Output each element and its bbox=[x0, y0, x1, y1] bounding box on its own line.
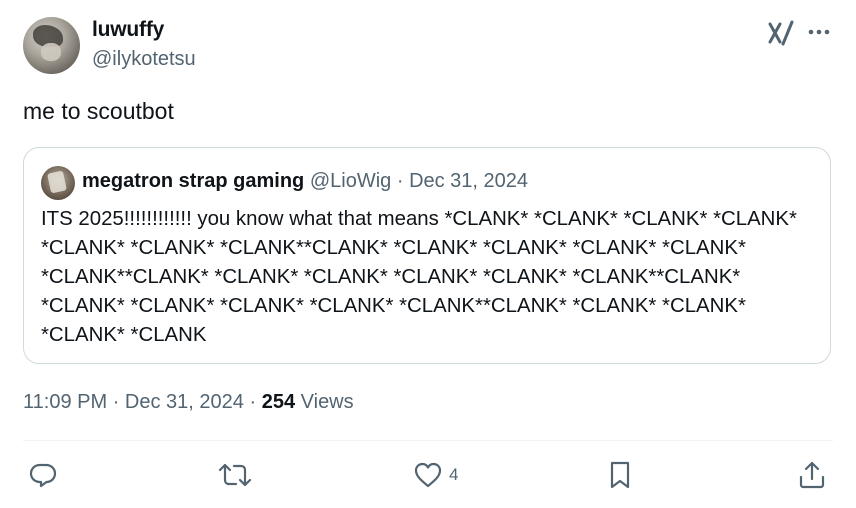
quoted-handle: @LioWig bbox=[309, 170, 392, 192]
author-handle[interactable]: @ilykotetsu bbox=[92, 48, 196, 71]
views-label: Views bbox=[300, 391, 354, 413]
share-icon bbox=[799, 461, 825, 489]
heart-icon bbox=[414, 462, 442, 488]
bookmark-button[interactable] bbox=[605, 458, 635, 492]
post-date[interactable]: Dec 31, 2024 bbox=[125, 391, 244, 413]
grok-icon[interactable] bbox=[766, 20, 796, 46]
quoted-separator: · bbox=[396, 170, 404, 192]
divider bbox=[23, 440, 833, 441]
share-button[interactable] bbox=[797, 458, 827, 492]
meta-separator: · bbox=[112, 391, 120, 413]
quoted-tweet-card[interactable]: megatron strap gaming @LioWig · Dec 31, … bbox=[23, 147, 831, 364]
post-time[interactable]: 11:09 PM bbox=[23, 391, 107, 413]
reply-icon bbox=[29, 463, 57, 488]
retweet-icon bbox=[218, 463, 252, 487]
quoted-header: megatron strap gaming @LioWig · Dec 31, … bbox=[82, 170, 528, 193]
views-count: 254 bbox=[261, 391, 296, 413]
bookmark-icon bbox=[610, 461, 630, 489]
retweet-button[interactable] bbox=[218, 458, 252, 492]
author-avatar[interactable] bbox=[23, 17, 80, 74]
quoted-author-avatar bbox=[41, 166, 75, 200]
like-count: 4 bbox=[449, 465, 459, 484]
reply-button[interactable] bbox=[28, 458, 58, 492]
meta-separator: · bbox=[249, 391, 257, 413]
more-options-icon[interactable] bbox=[806, 20, 832, 44]
timestamp-line: 11:09 PM · Dec 31, 2024 · 254 Views bbox=[23, 391, 354, 414]
tweet-text: me to scoutbot bbox=[23, 98, 174, 124]
author-display-name[interactable]: luwuffy bbox=[92, 18, 164, 42]
like-button[interactable]: 4 bbox=[413, 458, 458, 492]
quoted-text: ITS 2025!!!!!!!!!!!! you know what that … bbox=[41, 208, 797, 346]
quoted-date: Dec 31, 2024 bbox=[409, 170, 529, 192]
quoted-display-name: megatron strap gaming bbox=[82, 170, 305, 192]
